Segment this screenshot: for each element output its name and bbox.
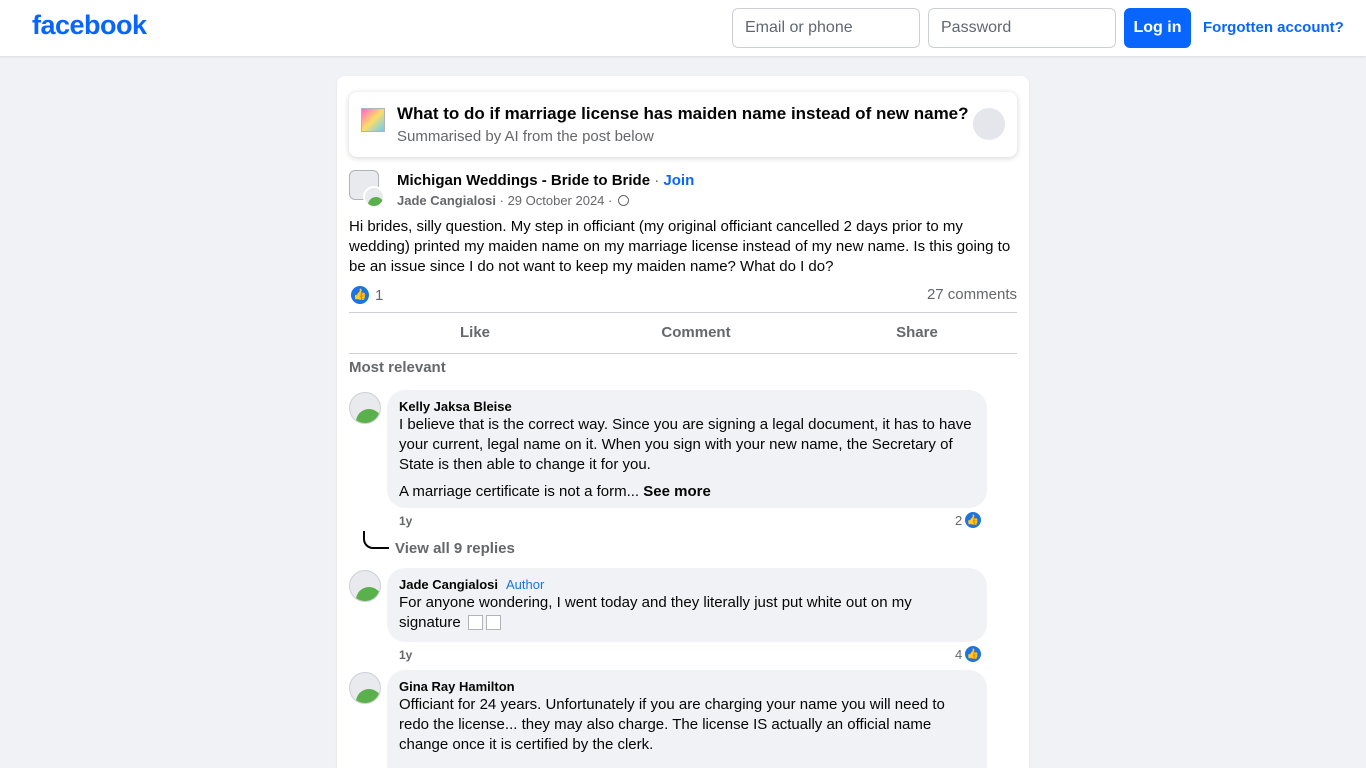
commenter-name[interactable]: Gina Ray Hamilton xyxy=(399,678,975,695)
ai-summary-box[interactable]: What to do if marriage license has maide… xyxy=(349,92,1017,157)
join-link[interactable]: Join xyxy=(663,172,694,189)
facebook-logo[interactable]: facebook xyxy=(32,10,147,41)
forgotten-account-link[interactable]: Forgotten account? xyxy=(1203,19,1344,36)
reply-connector xyxy=(363,531,389,549)
comments-count-link[interactable]: 27 comments xyxy=(927,286,1017,303)
comment-sort-dropdown[interactable]: Most relevant xyxy=(349,359,446,376)
comment-like-count[interactable]: 4 xyxy=(955,647,962,662)
like-icon: 👍 xyxy=(964,645,982,663)
view-replies-link[interactable]: View all 9 replies xyxy=(395,540,515,557)
commenter-name[interactable]: Jade Cangialosi xyxy=(399,577,498,592)
like-icon: 👍 xyxy=(964,511,982,529)
emoji-image-icon xyxy=(467,615,483,630)
avatar[interactable] xyxy=(349,672,381,704)
comment-text: Officiant for 24 years. Unfortunately if… xyxy=(399,696,945,753)
comment-button[interactable]: Comment xyxy=(585,324,807,341)
commenter-name-row: Jade Cangialosi Author xyxy=(399,576,975,593)
post-author-link[interactable]: Jade Cangialosi xyxy=(397,193,496,208)
group-name-link[interactable]: Michigan Weddings - Bride to Bride xyxy=(397,172,650,189)
like-reaction-icon: 👍 xyxy=(351,286,369,304)
like-button[interactable]: Like xyxy=(364,324,586,341)
commenter-name[interactable]: Kelly Jaksa Bleise xyxy=(399,398,975,415)
separator-dot: · xyxy=(650,172,664,189)
comment-truncated-text: A marriage certificate is not a form... … xyxy=(399,483,711,500)
password-field[interactable] xyxy=(928,8,1116,48)
post-date[interactable]: 29 October 2024 xyxy=(508,193,605,208)
avatar[interactable] xyxy=(349,392,381,424)
globe-icon xyxy=(617,195,629,206)
author-avatar xyxy=(363,186,385,208)
group-avatar[interactable] xyxy=(349,170,387,208)
comment-text: I believe that is the correct way. Since… xyxy=(399,416,972,473)
comment-bubble: Jade Cangialosi Author For anyone wonderi… xyxy=(387,568,987,642)
share-button[interactable]: Share xyxy=(806,324,1028,341)
email-field[interactable] xyxy=(732,8,920,48)
summary-subtitle: Summarised by AI from the post below xyxy=(397,128,654,145)
reaction-count[interactable]: 1 xyxy=(375,287,383,304)
comment-bubble: Kelly Jaksa Bleise I believe that is the… xyxy=(387,390,987,508)
summary-more-button[interactable] xyxy=(973,108,1005,140)
comment-time[interactable]: 1y xyxy=(399,648,412,662)
top-bar: facebook Log in Forgotten account? xyxy=(0,0,1366,56)
comment-text: For anyone wondering, I went today and t… xyxy=(399,594,912,631)
avatar[interactable] xyxy=(349,570,381,602)
post-card: What to do if marriage license has maide… xyxy=(337,76,1029,768)
summary-title: What to do if marriage license has maide… xyxy=(397,104,969,123)
author-badge: Author xyxy=(505,577,545,592)
see-more-link[interactable]: See more xyxy=(643,483,711,500)
divider xyxy=(349,353,1017,354)
summary-image-icon xyxy=(361,108,385,132)
post-body: Hi brides, silly question. My step in of… xyxy=(349,218,1011,275)
comment-time[interactable]: 1y xyxy=(399,514,412,528)
login-button[interactable]: Log in xyxy=(1124,8,1191,48)
group-header: Michigan Weddings - Bride to Bride · Joi… xyxy=(397,172,694,189)
comment-like-count[interactable]: 2 xyxy=(955,513,962,528)
comment-bubble: Gina Ray Hamilton Officiant for 24 years… xyxy=(387,670,987,768)
post-meta: Jade Cangialosi · 29 October 2024 · xyxy=(397,193,629,208)
divider xyxy=(349,312,1017,313)
emoji-image-icon xyxy=(485,615,501,630)
